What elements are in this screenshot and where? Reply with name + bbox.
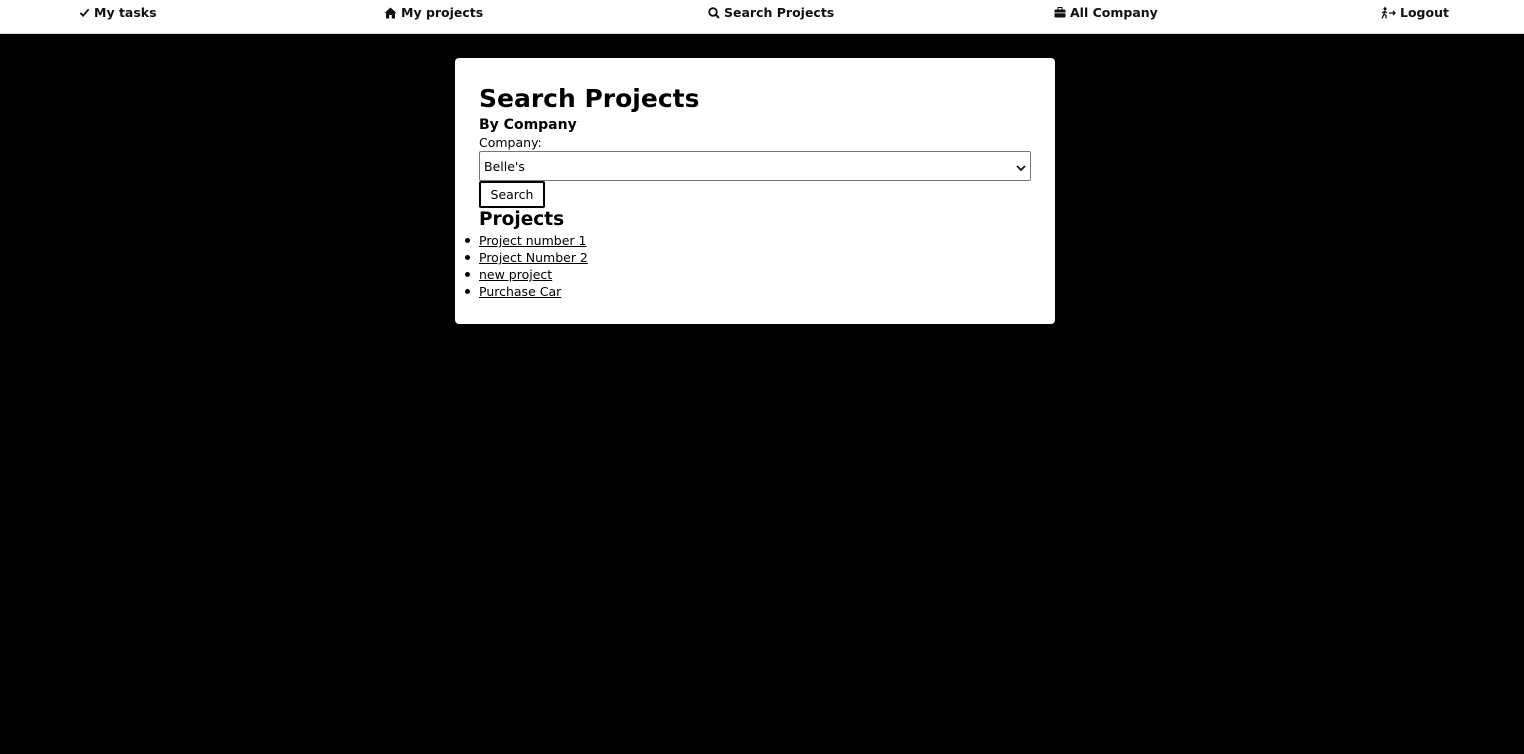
nav-logout-label: Logout: [1400, 5, 1449, 20]
nav-all-company[interactable]: All Company: [1054, 0, 1158, 25]
nav-my-projects-label: My projects: [401, 5, 484, 20]
project-link[interactable]: Purchase Car: [479, 284, 561, 299]
nav-my-tasks-label: My tasks: [94, 5, 157, 20]
nav-search-projects[interactable]: Search Projects: [708, 0, 834, 25]
briefcase-icon: [1054, 7, 1066, 18]
project-link[interactable]: Project Number 2: [479, 250, 588, 265]
check-icon: [79, 7, 90, 18]
project-list: Project number 1 Project Number 2 new pr…: [465, 232, 588, 300]
page-title: Search Projects: [479, 84, 700, 113]
projects-heading: Projects: [479, 209, 565, 230]
nav-logout[interactable]: Logout: [1381, 0, 1449, 25]
nav-search-projects-label: Search Projects: [724, 5, 835, 20]
chevron-down-icon: [1016, 161, 1026, 176]
list-item: Project Number 2: [465, 249, 588, 266]
top-navigation-bar: My tasks My projects Search Projects All…: [0, 0, 1524, 34]
section-subtitle: By Company: [479, 117, 577, 133]
search-icon: [708, 6, 720, 19]
project-link[interactable]: Project number 1: [479, 233, 586, 248]
list-item: new project: [465, 266, 588, 283]
list-item: Purchase Car: [465, 283, 588, 300]
nav-my-tasks[interactable]: My tasks: [79, 0, 157, 25]
search-projects-card: Search Projects By Company Company: Bell…: [455, 58, 1055, 324]
company-label: Company:: [479, 135, 542, 150]
nav-all-company-label: All Company: [1070, 5, 1158, 20]
exit-icon: [1381, 6, 1396, 19]
list-item: Project number 1: [465, 232, 588, 249]
search-button[interactable]: Search: [479, 181, 545, 208]
home-icon: [384, 7, 397, 19]
company-select[interactable]: Belle's: [479, 151, 1031, 181]
company-select-value: Belle's: [484, 158, 525, 174]
project-link[interactable]: new project: [479, 267, 552, 282]
nav-my-projects[interactable]: My projects: [384, 0, 483, 25]
